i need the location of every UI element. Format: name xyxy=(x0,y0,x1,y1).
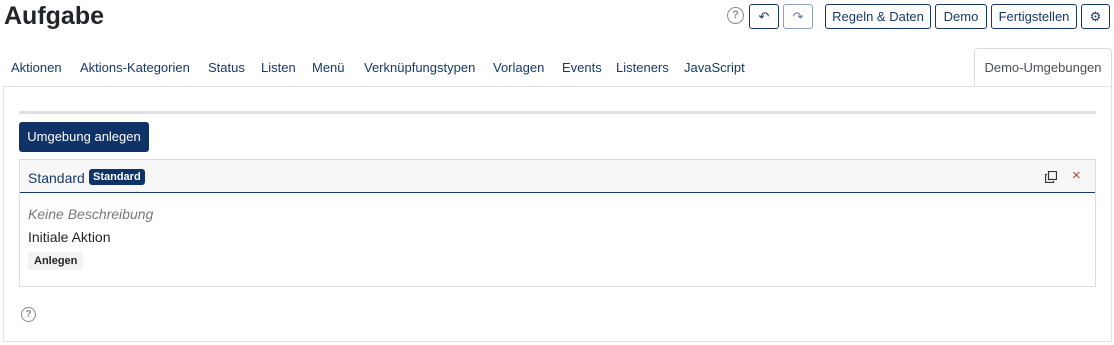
redo-button[interactable]: ↷ xyxy=(783,4,813,29)
add-environment-button[interactable]: Umgebung anlegen xyxy=(19,122,149,152)
settings-button[interactable]: ⚙ xyxy=(1081,4,1110,29)
default-badge: Standard xyxy=(89,169,145,185)
demo-environments-panel: Umgebung anlegen Standard Standard × Kei… xyxy=(3,86,1112,342)
tab-vorlagen[interactable]: Vorlagen xyxy=(493,60,544,75)
close-icon[interactable]: × xyxy=(1072,167,1081,184)
help-icon[interactable]: ? xyxy=(21,307,36,322)
initial-action-label: Initiale Aktion xyxy=(28,229,111,245)
page-title: Aufgabe xyxy=(4,2,104,30)
help-icon[interactable]: ? xyxy=(727,7,744,24)
copy-icon[interactable] xyxy=(1045,171,1057,183)
tab-demo-umgebungen[interactable]: Demo-Umgebungen xyxy=(974,48,1112,87)
tab-bar: Aktionen Aktions-Kategorien Status Liste… xyxy=(0,48,1114,87)
gear-icon: ⚙ xyxy=(1089,9,1102,24)
tab-status[interactable]: Status xyxy=(208,60,245,75)
initial-action-chip: Anlegen xyxy=(28,252,84,270)
environment-header: Standard Standard × xyxy=(20,160,1095,193)
demo-button[interactable]: Demo xyxy=(935,4,987,29)
tab-aktionen[interactable]: Aktionen xyxy=(11,60,62,75)
tab-menue[interactable]: Menü xyxy=(312,60,345,75)
tab-events[interactable]: Events xyxy=(562,60,602,75)
tab-listeners[interactable]: Listeners xyxy=(616,60,669,75)
tab-javascript[interactable]: JavaScript xyxy=(684,60,745,75)
tab-listen[interactable]: Listen xyxy=(261,60,296,75)
environment-description: Keine Beschreibung xyxy=(28,206,154,222)
rules-data-button[interactable]: Regeln & Daten xyxy=(825,4,931,29)
tab-aktions-kategorien[interactable]: Aktions-Kategorien xyxy=(80,60,190,75)
environment-name[interactable]: Standard xyxy=(28,170,85,186)
divider xyxy=(19,111,1096,114)
environment-card: Standard Standard × Keine Beschreibung I… xyxy=(19,159,1096,287)
finish-button[interactable]: Fertigstellen xyxy=(991,4,1077,29)
undo-button[interactable]: ↶ xyxy=(749,4,779,29)
tab-verknuepfungstypen[interactable]: Verknüpfungstypen xyxy=(364,60,475,75)
